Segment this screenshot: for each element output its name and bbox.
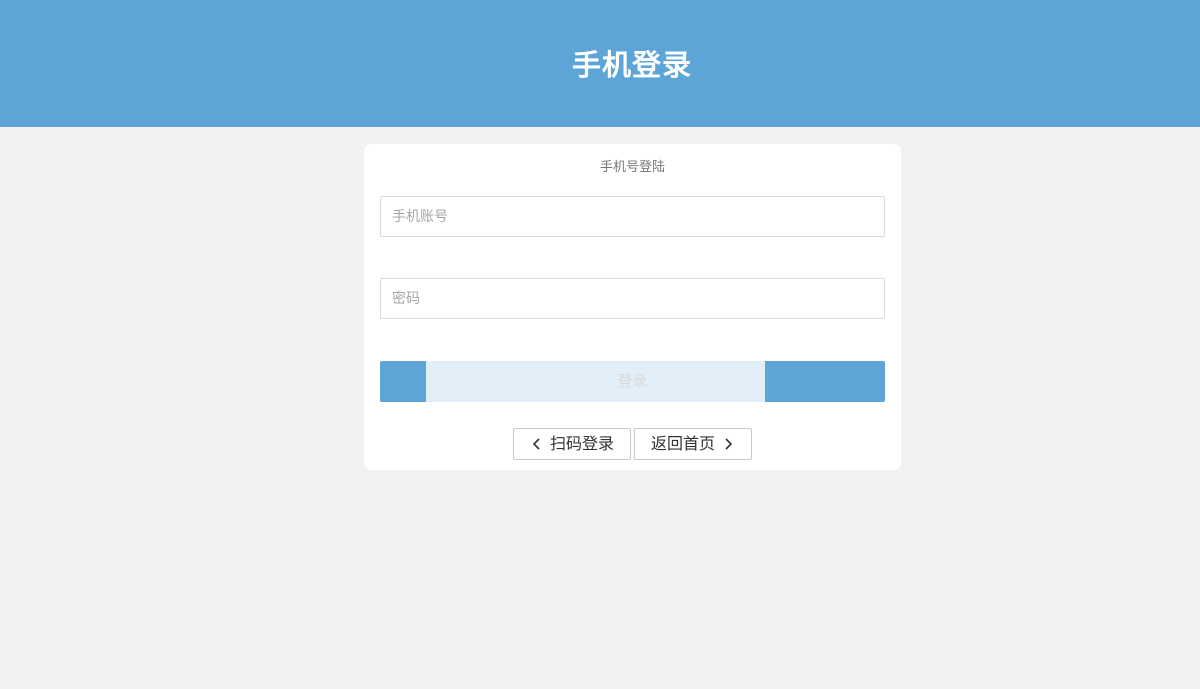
scan-login-label: 扫码登录 xyxy=(549,434,614,453)
chevron-right-icon xyxy=(725,438,733,450)
phone-account-input[interactable] xyxy=(380,196,885,237)
password-input[interactable] xyxy=(380,278,885,319)
login-button[interactable]: 登录 xyxy=(380,361,885,402)
back-home-label: 返回首页 xyxy=(650,434,715,453)
back-home-button[interactable]: 返回首页 xyxy=(634,428,752,460)
page-header: 手机登录 xyxy=(0,0,1200,127)
scan-login-button[interactable]: 扫码登录 xyxy=(513,428,631,460)
login-card: 手机号登陆 登录 扫码登录 返回首页 xyxy=(364,144,901,470)
login-button-overlay xyxy=(426,361,765,402)
page-title: 手机登录 xyxy=(571,48,692,82)
card-subtitle: 手机号登陆 xyxy=(599,160,665,175)
chevron-left-icon xyxy=(532,438,540,450)
login-button-label: 登录 xyxy=(617,372,648,390)
